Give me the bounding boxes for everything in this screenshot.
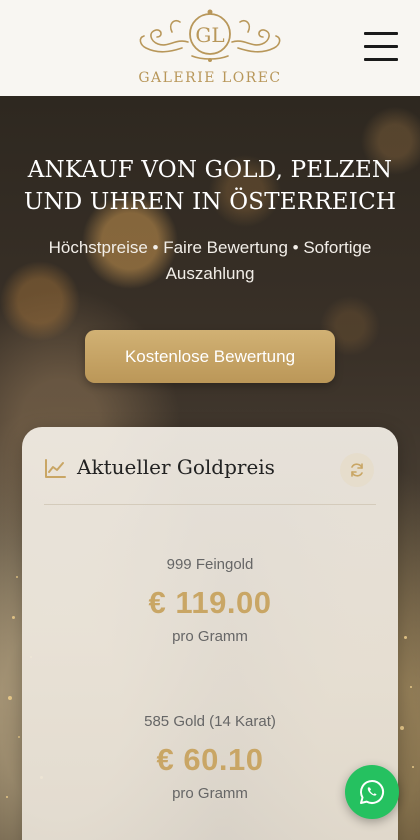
price-label: 585 Gold (14 Karat) xyxy=(144,713,276,730)
hero-title: ANKAUF VON GOLD, PELZEN UND UHREN IN ÖST… xyxy=(10,154,410,218)
logo[interactable]: GL GALERIE LOREC xyxy=(132,8,288,88)
hamburger-menu-icon[interactable] xyxy=(364,32,400,62)
free-valuation-button[interactable]: Kostenlose Bewertung xyxy=(85,330,335,383)
price-unit: pro Gramm xyxy=(172,628,248,645)
price-item: 999 Feingold € 119.00 pro Gramm xyxy=(22,555,398,647)
price-value: € 60.10 xyxy=(156,742,264,777)
price-unit: pro Gramm xyxy=(172,785,248,802)
logo-text: GALERIE LOREC xyxy=(138,70,282,86)
refresh-icon xyxy=(351,463,363,477)
card-title: Aktueller Goldpreis xyxy=(77,455,275,479)
card-divider xyxy=(44,504,376,505)
hero-subtitle: Höchstpreise • Faire Bewertung • Soforti… xyxy=(48,238,372,283)
whatsapp-button[interactable] xyxy=(345,765,399,819)
logo-monogram: GL xyxy=(195,23,224,47)
whatsapp-icon xyxy=(360,779,384,804)
refresh-button[interactable] xyxy=(340,453,374,487)
gold-price-card: Aktueller Goldpreis 999 Feingold € 119.0… xyxy=(22,427,398,840)
price-label: 999 Feingold xyxy=(166,556,254,573)
hero-title-line1: ANKAUF VON GOLD, PELZEN xyxy=(27,157,393,183)
chart-line-icon xyxy=(45,459,66,478)
hero-title-line2: UND UHREN IN ÖSTERREICH xyxy=(23,189,397,215)
logo-emblem-icon: GL xyxy=(139,9,281,62)
price-value: € 119.00 xyxy=(148,585,272,620)
site-header: GL GALERIE LOREC xyxy=(0,0,420,96)
price-item: 585 Gold (14 Karat) € 60.10 pro Gramm xyxy=(22,712,398,804)
